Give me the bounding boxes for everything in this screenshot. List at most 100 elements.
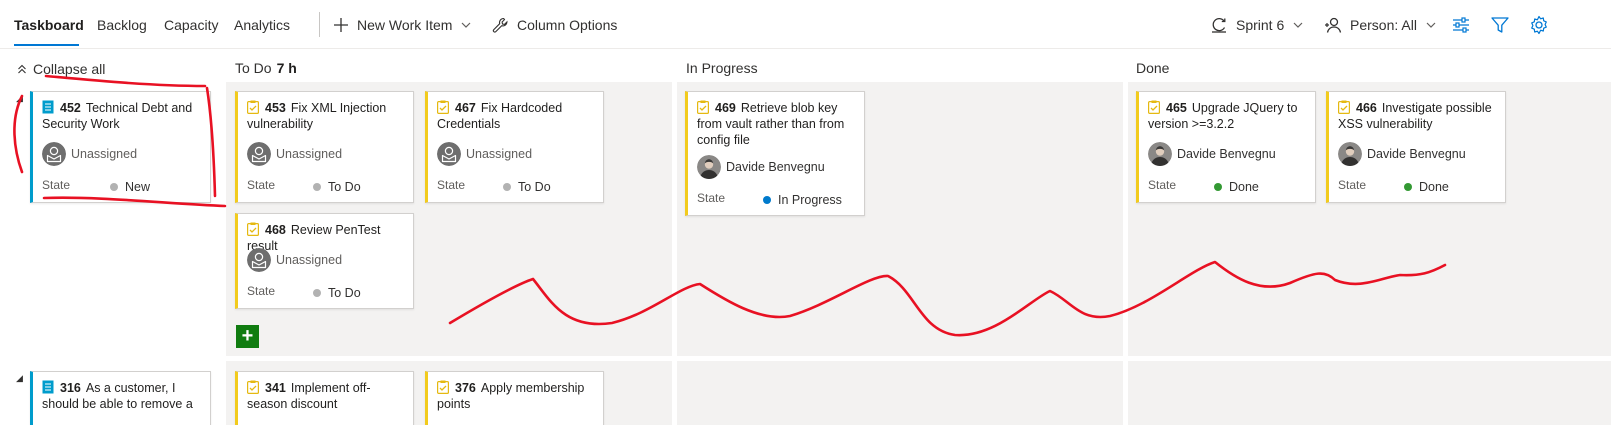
backlog-item-card[interactable]: 452 Technical Debt and Security Work Unas… xyxy=(30,91,211,203)
card-assignee[interactable]: Unassigned xyxy=(247,248,342,272)
task-card[interactable]: 465 Upgrade JQuery to version >=3.2.2 Dav… xyxy=(1136,91,1316,203)
collapse-all-button[interactable]: Collapse all xyxy=(17,61,105,77)
add-task-button[interactable]: + xyxy=(236,325,259,348)
state-label: State xyxy=(1338,178,1367,192)
person-filter-dropdown[interactable]: Person: All xyxy=(1324,14,1437,36)
work-item-id: 316 xyxy=(60,381,81,395)
card-assignee[interactable]: Unassigned xyxy=(437,142,532,166)
task-card[interactable]: 453 Fix XML Injection vulnerability Unass… xyxy=(235,91,414,203)
user-avatar-icon xyxy=(1338,142,1362,166)
sprint-icon xyxy=(1212,17,1226,33)
work-item-id: 465 xyxy=(1166,101,1187,115)
state-value[interactable]: To Do xyxy=(503,180,551,194)
unassigned-avatar-icon xyxy=(247,142,271,166)
backlog-item-card[interactable]: 316 As a customer, I should be able to re… xyxy=(30,371,211,425)
assignee-name: Unassigned xyxy=(276,147,343,161)
task-card[interactable]: 376 Apply membership points xyxy=(425,371,604,425)
toolbar-divider xyxy=(319,12,320,37)
task-icon xyxy=(247,100,259,114)
unassigned-avatar-icon xyxy=(42,142,66,166)
person-icon xyxy=(1325,17,1342,33)
state-text: New xyxy=(125,180,151,194)
column-name: In Progress xyxy=(686,60,758,76)
state-value[interactable]: In Progress xyxy=(763,193,842,207)
tab-capacity[interactable]: Capacity xyxy=(164,16,218,34)
unassigned-avatar-icon xyxy=(437,142,461,166)
work-item-id: 452 xyxy=(60,101,81,115)
assignee-name: Davide Benvegnu xyxy=(726,160,825,174)
state-label: State xyxy=(247,178,276,192)
assignee-name: Unassigned xyxy=(71,147,138,161)
work-item-id: 453 xyxy=(265,101,286,115)
column-options-button[interactable]: Column Options xyxy=(492,14,617,36)
plus-icon xyxy=(334,18,348,32)
column-name: Done xyxy=(1136,60,1170,76)
state-dot-todo xyxy=(313,289,321,297)
task-icon xyxy=(247,222,259,236)
row-collapse-caret[interactable]: ◢ xyxy=(16,93,23,104)
cell-row2-done xyxy=(1128,361,1611,425)
user-avatar-icon xyxy=(1148,142,1172,166)
cell-row2-in-progress xyxy=(677,361,1123,425)
card-assignee[interactable]: Unassigned xyxy=(42,142,137,166)
wrench-icon xyxy=(492,17,508,33)
card-title: 316 As a customer, I should be able to re… xyxy=(42,380,200,412)
task-card[interactable]: 468 Review PenTest result Unassigned Stat… xyxy=(235,213,414,309)
card-assignee[interactable]: Davide Benvegnu xyxy=(697,155,825,179)
state-label: State xyxy=(697,191,726,205)
double-chevron-up-icon xyxy=(18,64,26,74)
sprint-picker[interactable]: Sprint 6 xyxy=(1210,14,1304,36)
column-options-label: Column Options xyxy=(517,17,618,33)
card-assignee[interactable]: Unassigned xyxy=(247,142,342,166)
task-card[interactable]: 469 Retrieve blob key from vault rather t… xyxy=(685,91,865,216)
state-value[interactable]: To Do xyxy=(313,180,361,194)
chevron-down-icon xyxy=(1293,22,1303,28)
tab-analytics[interactable]: Analytics xyxy=(234,16,290,34)
task-card[interactable]: 466 Investigate possible XSS vulnerabilit… xyxy=(1326,91,1506,203)
product-backlog-item-icon xyxy=(42,380,54,394)
state-value[interactable]: Done xyxy=(1404,180,1449,194)
task-card[interactable]: 467 Fix Hardcoded Credentials Unassigned … xyxy=(425,91,604,203)
new-work-item-button[interactable]: New Work Item xyxy=(333,14,472,36)
state-value[interactable]: New xyxy=(110,180,150,194)
annotation-left-stroke xyxy=(13,94,24,174)
card-title: 465 Upgrade JQuery to version >=3.2.2 xyxy=(1148,100,1305,132)
card-assignee[interactable]: Davide Benvegnu xyxy=(1148,142,1276,166)
settings-sliders-icon[interactable] xyxy=(1451,15,1471,35)
state-label: State xyxy=(247,284,276,298)
state-dot-new xyxy=(110,183,118,191)
card-title: 453 Fix XML Injection vulnerability xyxy=(247,100,403,132)
assignee-name: Davide Benvegnu xyxy=(1367,147,1466,161)
gear-icon[interactable] xyxy=(1529,15,1549,35)
column-header-todo: To Do 7 h xyxy=(235,60,297,76)
card-assignee[interactable]: Davide Benvegnu xyxy=(1338,142,1466,166)
filter-icon[interactable] xyxy=(1490,15,1510,35)
state-text: Done xyxy=(1419,180,1449,194)
work-item-id: 467 xyxy=(455,101,476,115)
card-title: 466 Investigate possible XSS vulnerabilit… xyxy=(1338,100,1495,132)
tab-backlog[interactable]: Backlog xyxy=(97,16,147,34)
assignee-name: Davide Benvegnu xyxy=(1177,147,1276,161)
state-dot-todo xyxy=(503,183,511,191)
state-value[interactable]: Done xyxy=(1214,180,1259,194)
state-text: To Do xyxy=(328,286,361,300)
state-dot-done xyxy=(1404,183,1412,191)
task-icon xyxy=(1338,100,1350,114)
row-collapse-caret[interactable]: ◢ xyxy=(16,373,23,384)
work-item-id: 341 xyxy=(265,381,286,395)
column-name: To Do xyxy=(235,60,272,76)
tab-taskboard[interactable]: Taskboard xyxy=(14,16,84,34)
work-item-id: 468 xyxy=(265,223,286,237)
task-icon xyxy=(247,380,259,394)
assignee-name: Unassigned xyxy=(276,253,343,267)
task-card[interactable]: 341 Implement off-season discount xyxy=(235,371,414,425)
state-label: State xyxy=(1148,178,1177,192)
collapse-all-label: Collapse all xyxy=(33,61,106,77)
state-value[interactable]: To Do xyxy=(313,286,361,300)
unassigned-avatar-icon xyxy=(247,248,271,272)
new-work-item-label: New Work Item xyxy=(357,17,453,33)
state-text: To Do xyxy=(328,180,361,194)
state-dot-done xyxy=(1214,183,1222,191)
state-dot-in-progress xyxy=(763,196,771,204)
task-icon xyxy=(437,380,449,394)
